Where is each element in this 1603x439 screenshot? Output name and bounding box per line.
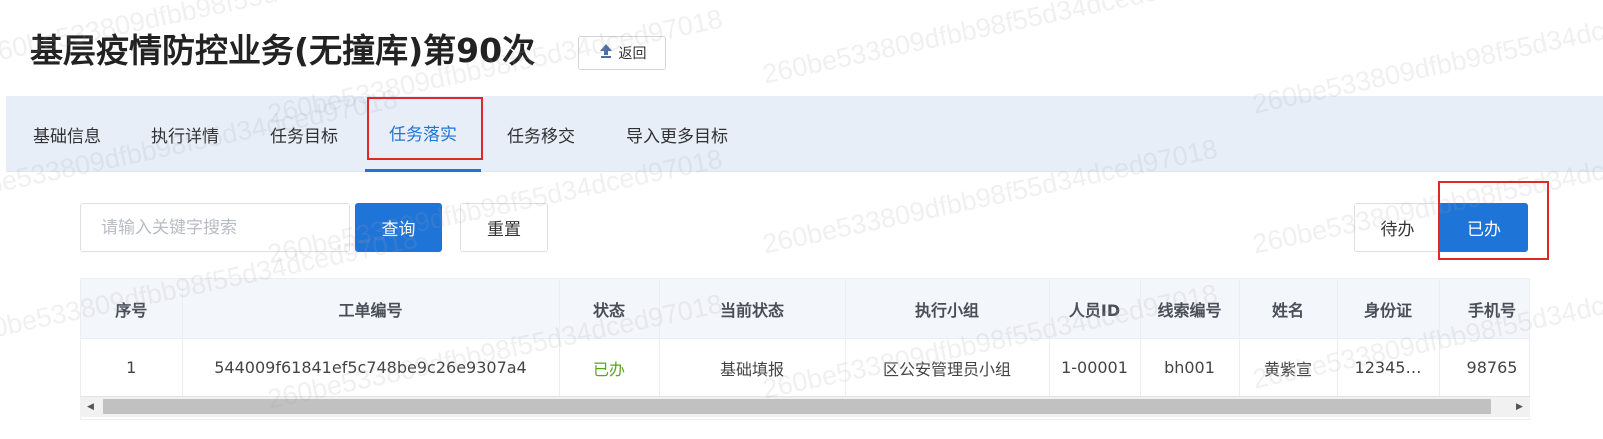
tab-execution-detail[interactable]: 执行详情 <box>140 96 230 172</box>
column-header-order-no[interactable]: 工单编号 <box>182 279 560 339</box>
back-button[interactable]: 返回 <box>578 36 666 70</box>
query-button[interactable]: 查询 <box>355 203 442 252</box>
cell-exec-group: 区公安管理员小组 <box>845 338 1050 397</box>
column-header-person-id[interactable]: 人员ID <box>1049 279 1141 339</box>
table-header-row: 序号 工单编号 状态 当前状态 执行小组 人员ID 线索编号 姓名 身份证 手机… <box>81 279 1529 339</box>
table-row[interactable]: 1 544009f61841ef5c748be9c26e9307a4 已办 基础… <box>81 338 1529 397</box>
done-toggle-button[interactable]: 已办 <box>1440 203 1528 252</box>
scroll-right-arrow-icon[interactable]: ▶ <box>1511 397 1528 417</box>
cell-id-card: 12345… <box>1337 338 1440 397</box>
column-header-phone[interactable]: 手机号 <box>1439 279 1529 339</box>
tab-import-more-targets[interactable]: 导入更多目标 <box>614 96 740 172</box>
cell-clue-no: bh001 <box>1140 338 1240 397</box>
page-header: 基层疫情防控业务(无撞库)第90次 返回 <box>0 0 1603 96</box>
cell-current-status: 基础填报 <box>659 338 846 397</box>
tab-basic-info[interactable]: 基础信息 <box>22 96 112 172</box>
page-title: 基层疫情防控业务(无撞库)第90次 <box>30 31 536 70</box>
scrollbar-thumb[interactable] <box>103 399 1491 414</box>
tab-task-target[interactable]: 任务目标 <box>259 96 349 172</box>
cell-person-id: 1-00001 <box>1049 338 1141 397</box>
column-header-status[interactable]: 状态 <box>559 279 660 339</box>
table-horizontal-scrollbar[interactable]: ◀ ▶ <box>80 396 1530 417</box>
tab-task-transfer[interactable]: 任务移交 <box>496 96 586 172</box>
tab-task-implementation[interactable]: 任务落实 <box>365 96 481 172</box>
upload-arrow-icon <box>598 43 614 63</box>
column-header-name[interactable]: 姓名 <box>1239 279 1338 339</box>
reset-button[interactable]: 重置 <box>460 203 548 252</box>
column-header-clue-no[interactable]: 线索编号 <box>1140 279 1240 339</box>
tab-bar: 基础信息 执行详情 任务目标 任务落实 任务移交 导入更多目标 <box>6 96 1603 172</box>
cell-name: 黄紫宣 <box>1239 338 1338 397</box>
search-input[interactable] <box>80 203 350 252</box>
column-header-id-card[interactable]: 身份证 <box>1337 279 1440 339</box>
cell-status: 已办 <box>559 338 660 397</box>
scroll-left-arrow-icon[interactable]: ◀ <box>82 397 99 417</box>
cell-phone: 98765 <box>1439 338 1529 397</box>
column-header-current-status[interactable]: 当前状态 <box>659 279 846 339</box>
cell-index: 1 <box>81 338 183 397</box>
column-header-exec-group[interactable]: 执行小组 <box>845 279 1050 339</box>
column-header-index[interactable]: 序号 <box>81 279 183 339</box>
cell-order-no: 544009f61841ef5c748be9c26e9307a4 <box>182 338 560 397</box>
todo-toggle-button[interactable]: 待办 <box>1354 203 1441 252</box>
back-button-label: 返回 <box>618 46 647 62</box>
